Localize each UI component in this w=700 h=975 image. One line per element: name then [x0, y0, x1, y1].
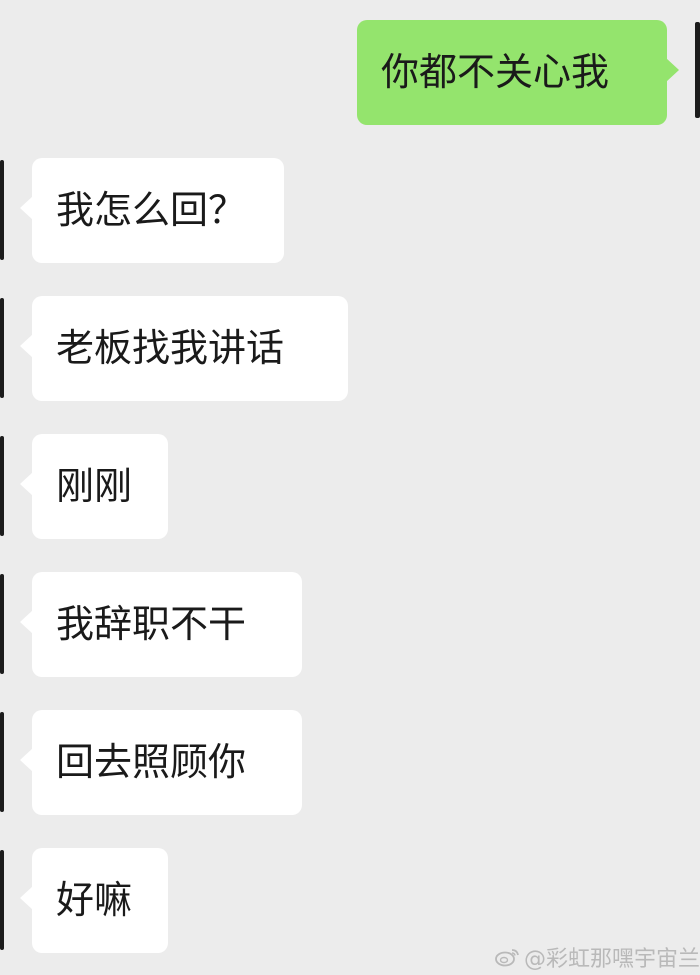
received-message[interactable]: 我辞职不干 — [20, 572, 302, 677]
contact-avatar[interactable] — [0, 160, 4, 260]
received-message[interactable]: 刚刚 — [20, 434, 168, 539]
contact-avatar[interactable] — [0, 436, 4, 536]
contact-avatar[interactable] — [0, 712, 4, 812]
received-message[interactable]: 好嘛 — [20, 848, 168, 953]
received-message[interactable]: 我怎么回？ — [20, 158, 284, 263]
received-message-text: 老板找我讲话 — [56, 326, 285, 370]
received-message-text: 刚刚 — [56, 464, 133, 508]
received-message-text: 回去照顾你 — [56, 740, 247, 784]
watermark-text: @彩虹那嘿宇宙兰 — [523, 947, 700, 972]
received-message-text: 我辞职不干 — [56, 602, 247, 646]
received-message[interactable]: 老板找我讲话 — [20, 296, 348, 401]
received-message-text: 好嘛 — [56, 878, 133, 922]
contact-avatar[interactable] — [0, 850, 4, 950]
sent-message[interactable]: 你都不关心我 — [357, 20, 679, 125]
sent-message-text: 你都不关心我 — [381, 50, 610, 94]
received-message-text: 我怎么回？ — [56, 188, 247, 232]
contact-avatar[interactable] — [0, 574, 4, 674]
weibo-logo-icon — [494, 947, 520, 967]
received-message[interactable]: 回去照顾你 — [20, 710, 302, 815]
own-avatar[interactable] — [695, 22, 700, 118]
contact-avatar[interactable] — [0, 298, 4, 398]
watermark: @彩虹那嘿宇宙兰 — [494, 941, 700, 973]
